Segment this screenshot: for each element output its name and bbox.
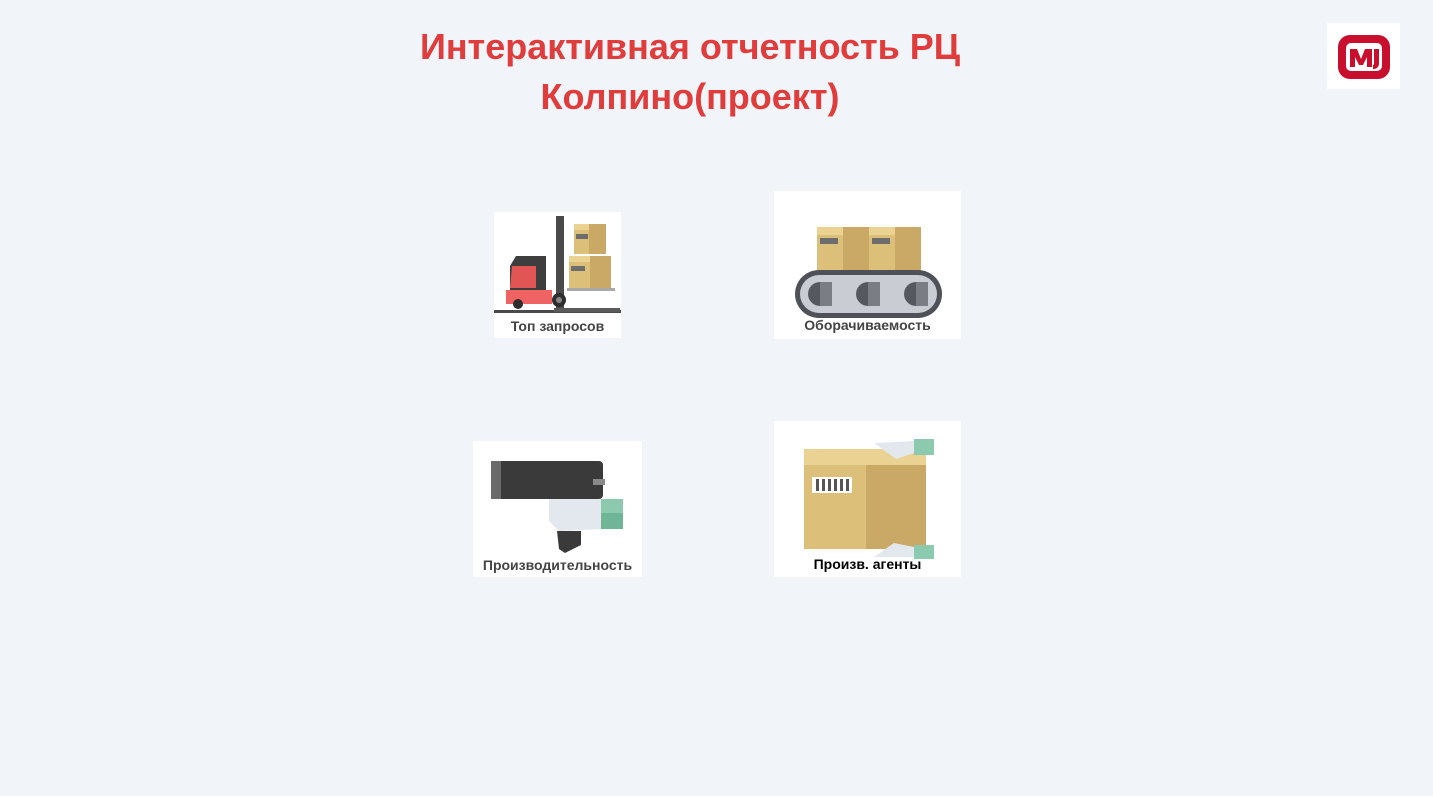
tile-turnover[interactable]: Оборачиваемость: [774, 191, 961, 339]
tile-label: Топ запросов: [510, 318, 605, 334]
magnit-logo-icon: [1338, 35, 1390, 79]
tile-label: Оборачиваемость: [804, 317, 931, 333]
page-title-line2: Колпино(проект): [540, 76, 840, 117]
tile-label: Произв. агенты: [813, 556, 922, 572]
tile-label: Производительность: [482, 557, 633, 573]
tile-top-requests[interactable]: Топ запросов: [494, 212, 621, 338]
forklift-icon: [494, 216, 621, 313]
tile-production-agents[interactable]: Произв. агенты: [774, 421, 961, 577]
barcode-scanner-icon: [491, 461, 623, 553]
page-title: Интерактивная отчетность РЦ Колпино(прое…: [380, 22, 1000, 122]
tile-productivity[interactable]: Производительность: [473, 441, 642, 577]
conveyor-belt-icon: [795, 227, 942, 318]
box-carry-icon: [804, 439, 934, 559]
brand-logo: [1327, 23, 1400, 89]
page-title-line1: Интерактивная отчетность РЦ: [419, 26, 961, 67]
